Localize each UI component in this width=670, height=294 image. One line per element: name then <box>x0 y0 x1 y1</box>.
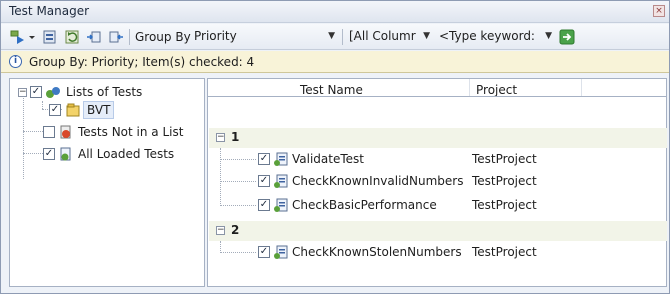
add-to-list-icon[interactable] <box>85 28 103 46</box>
tree-item-label: All Loaded Tests <box>78 147 175 161</box>
project-name: TestProject <box>472 198 537 212</box>
group-by-label: Group By <box>135 30 191 44</box>
test-grid: − 1 ✓ ValidateTest TestProject ✓ CheckKn… <box>207 96 667 287</box>
info-icon: i <box>9 55 22 68</box>
test-name: ValidateTest <box>292 152 364 166</box>
chevron-down-icon: ▼ <box>423 31 430 41</box>
chevron-down-icon[interactable] <box>27 28 37 46</box>
group-label: 2 <box>231 223 240 237</box>
column-header-project[interactable]: Project <box>476 83 517 97</box>
tree-item-label: BVT <box>83 101 115 119</box>
table-row[interactable]: ✓ CheckKnownInvalidNumbers TestProject <box>208 172 666 192</box>
unit-test-icon <box>274 174 288 188</box>
group-by-select[interactable]: Priority ▼ <box>191 27 337 47</box>
tree-checkbox[interactable]: ✓ <box>30 86 42 98</box>
tree-connector <box>220 252 256 253</box>
chevron-down-icon: ▼ <box>328 31 335 41</box>
table-row[interactable]: ✓ CheckKnownStolenNumbers TestProject <box>208 243 666 263</box>
toolbar: Group By Priority ▼ [All Columr ▼ <Type … <box>1 24 669 50</box>
tree-item-label: Tests Not in a List <box>78 125 184 139</box>
project-name: TestProject <box>472 245 537 259</box>
window-title: Test Manager <box>9 4 90 18</box>
test-name: CheckKnownStolenNumbers <box>292 245 462 259</box>
project-name: TestProject <box>472 152 537 166</box>
filter-column-value: [All Columr <box>349 29 416 43</box>
unit-test-icon <box>274 152 288 166</box>
test-list-icon <box>66 103 80 117</box>
group-by-value: Priority <box>194 29 237 43</box>
group-row[interactable]: − 1 <box>209 128 667 148</box>
test-lists-icon <box>46 87 60 98</box>
tree-checkbox[interactable]: ✓ <box>43 126 55 138</box>
tree-item-bvt[interactable]: ✓ BVT <box>10 101 200 119</box>
row-checkbox[interactable]: ✓ <box>258 246 270 258</box>
row-checkbox[interactable]: ✓ <box>258 153 270 165</box>
chevron-down-icon: ▼ <box>545 31 552 41</box>
group-row[interactable]: − 2 <box>209 221 667 241</box>
collapse-icon[interactable]: − <box>18 88 27 97</box>
remove-from-list-icon[interactable] <box>107 28 125 46</box>
test-name: CheckBasicPerformance <box>292 198 437 212</box>
table-row[interactable]: ✓ ValidateTest TestProject <box>208 150 666 170</box>
tree-connector <box>220 181 256 182</box>
close-icon[interactable]: × <box>653 5 665 17</box>
table-row[interactable]: ✓ CheckBasicPerformance TestProject <box>208 196 666 216</box>
unlisted-tests-icon <box>60 125 71 139</box>
info-message: Group By: Priority; Item(s) checked: 4 <box>29 55 255 69</box>
column-header-test-name[interactable]: Test Name <box>300 83 363 97</box>
collapse-icon[interactable]: − <box>216 226 225 235</box>
row-checkbox[interactable]: ✓ <box>258 175 270 187</box>
tree-item-all-loaded-tests[interactable]: ✓ All Loaded Tests <box>10 145 200 163</box>
tree-checkbox[interactable]: ✓ <box>43 148 55 160</box>
refresh-icon[interactable] <box>63 28 81 46</box>
project-name: TestProject <box>472 174 537 188</box>
toolbar-separator <box>129 29 130 45</box>
apply-filter-icon[interactable] <box>558 28 576 46</box>
all-tests-icon <box>60 147 71 161</box>
title-bar: Test Manager × <box>1 1 669 23</box>
tree-connector <box>220 205 256 206</box>
test-name: CheckKnownInvalidNumbers <box>292 174 464 188</box>
row-checkbox[interactable]: ✓ <box>258 199 270 211</box>
keyword-input[interactable]: <Type keyword: ▼ <box>436 27 554 47</box>
tree-item-label: Lists of Tests <box>66 85 143 99</box>
run-tests-icon[interactable] <box>9 28 27 46</box>
tree-item-lists-of-tests[interactable]: − ✓ Lists of Tests <box>10 83 200 101</box>
keyword-placeholder: <Type keyword: <box>439 29 535 43</box>
group-label: 1 <box>231 130 240 144</box>
test-manager-window: Test Manager × Group By Priority ▼ [All … <box>0 0 670 294</box>
toolbar-separator <box>342 29 343 45</box>
tree-item-tests-not-in-a-list[interactable]: ✓ Tests Not in a List <box>10 123 200 141</box>
test-lists-tree: − ✓ Lists of Tests ✓ BVT ✓ Tests Not in … <box>9 78 205 287</box>
load-metadata-icon[interactable] <box>41 28 59 46</box>
unit-test-icon <box>274 245 288 259</box>
unit-test-icon <box>274 198 288 212</box>
info-bar: i Group By: Priority; Item(s) checked: 4 <box>1 51 669 73</box>
tree-connector <box>220 159 256 160</box>
tree-checkbox[interactable]: ✓ <box>49 104 61 116</box>
collapse-icon[interactable]: − <box>216 133 225 142</box>
filter-column-select[interactable]: [All Columr ▼ <box>346 27 432 47</box>
